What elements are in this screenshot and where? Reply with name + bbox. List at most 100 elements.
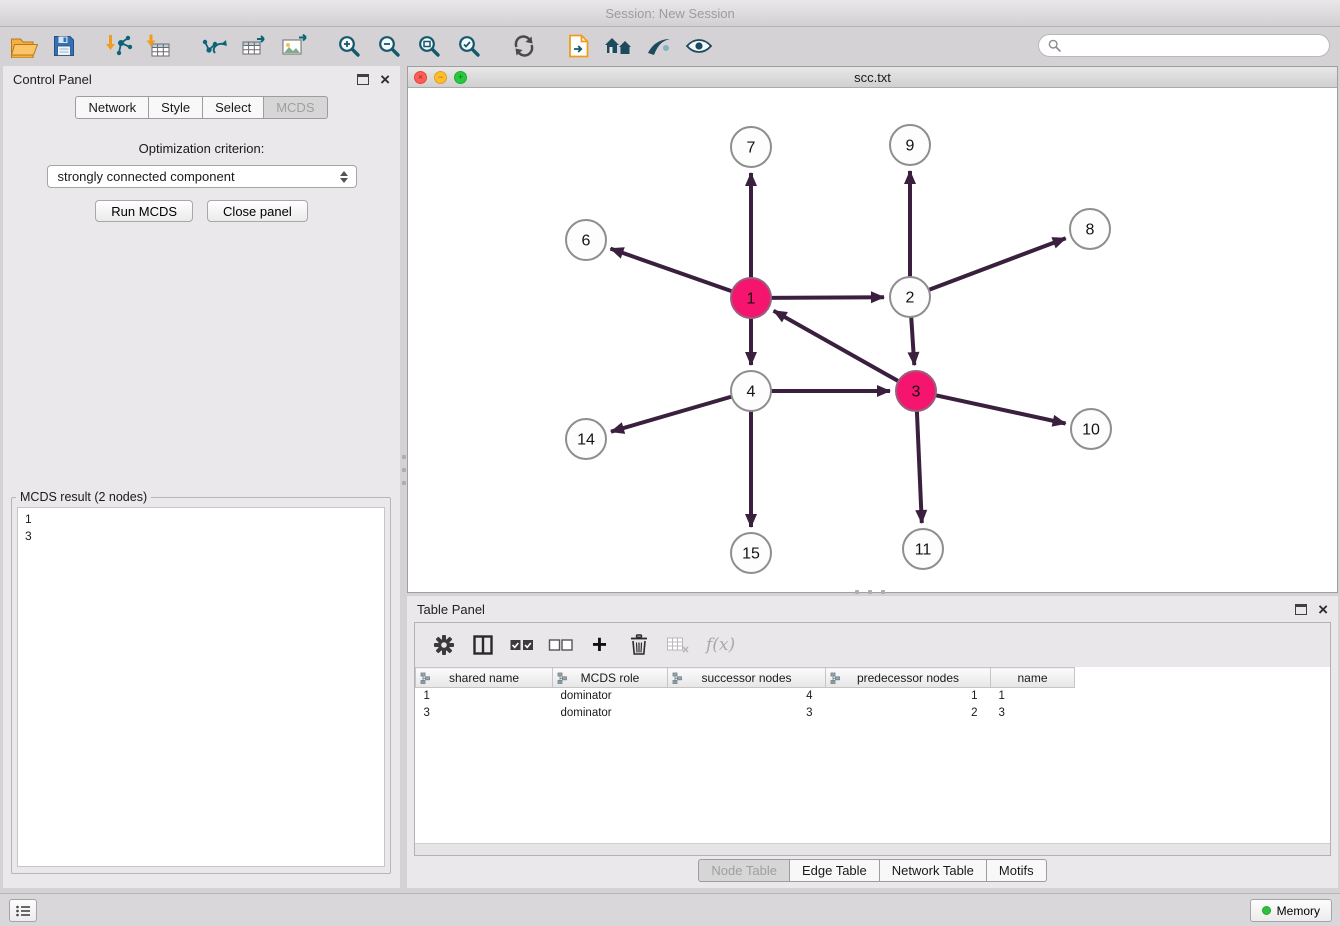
cell-predecessor-nodes[interactable]: 1 [826, 688, 991, 705]
import-table-button[interactable] [139, 29, 179, 63]
refresh-icon [512, 34, 536, 58]
export-network-button[interactable] [194, 29, 234, 63]
import-table-icon [146, 34, 172, 58]
node-label-7: 7 [747, 140, 756, 157]
column-header-successor-nodes[interactable]: successor nodes [668, 668, 826, 688]
import-network-button[interactable] [99, 29, 139, 63]
tab-network[interactable]: Network [75, 96, 149, 119]
select-all-columns-button[interactable] [503, 629, 540, 661]
horizontal-splitter[interactable] [855, 589, 885, 594]
node-table: shared name MCDS role successor nodes pr… [415, 667, 1330, 722]
memory-button[interactable]: Memory [1250, 899, 1332, 922]
create-column-button[interactable]: + [581, 629, 618, 661]
attribute-icon [420, 672, 431, 684]
mcds-result-legend: MCDS result (2 nodes) [16, 490, 151, 504]
export-table-button[interactable] [234, 29, 274, 63]
cell-name[interactable]: 1 [991, 688, 1075, 705]
edge-1-6[interactable] [611, 249, 735, 292]
table-row[interactable]: 1 dominator 4 1 1 [416, 688, 1331, 705]
float-table-panel-icon[interactable] [1295, 604, 1307, 615]
vertical-splitter[interactable] [401, 455, 406, 485]
float-panel-icon[interactable] [357, 74, 369, 85]
table-row[interactable]: 3 dominator 3 2 3 [416, 705, 1331, 722]
status-bar: Memory [0, 893, 1340, 926]
network-window-titlebar[interactable]: × − + scc.txt [408, 67, 1337, 88]
apply-style-icon [568, 34, 590, 58]
search-input[interactable] [1067, 38, 1320, 53]
cell-successor-nodes[interactable]: 4 [668, 688, 826, 705]
cell-mcds-role[interactable]: dominator [553, 688, 668, 705]
tab-edge-table[interactable]: Edge Table [790, 859, 880, 882]
zoom-in-button[interactable] [329, 29, 369, 63]
table-horizontal-scrollbar[interactable] [415, 843, 1330, 855]
dropdown-selected-value: strongly connected component [58, 169, 337, 184]
refresh-button[interactable] [504, 29, 544, 63]
node-label-10: 10 [1082, 422, 1100, 439]
edge-3-1[interactable] [774, 311, 901, 382]
zoom-out-button[interactable] [369, 29, 409, 63]
tab-network-table[interactable]: Network Table [880, 859, 987, 882]
column-header-predecessor-nodes[interactable]: predecessor nodes [826, 668, 991, 688]
edge-1-2[interactable] [769, 297, 884, 298]
tab-mcds[interactable]: MCDS [264, 96, 327, 119]
tab-style[interactable]: Style [149, 96, 203, 119]
table-panel-tabs: Node Table Edge Table Network Table Moti… [407, 859, 1338, 882]
cell-shared-name[interactable]: 1 [416, 688, 553, 705]
optimization-dropdown[interactable]: strongly connected component [47, 165, 357, 188]
zoom-in-icon [337, 34, 361, 58]
cell-successor-nodes[interactable]: 3 [668, 705, 826, 722]
mcds-result-line: 3 [25, 528, 377, 545]
column-header-mcds-role[interactable]: MCDS role [553, 668, 668, 688]
edge-2-8[interactable] [927, 238, 1066, 290]
unselect-all-columns-button[interactable] [542, 629, 579, 661]
toggle-visibility-button[interactable] [679, 29, 719, 63]
edge-3-10[interactable] [934, 395, 1066, 424]
zoom-fit-button[interactable] [409, 29, 449, 63]
table-panel-header: Table Panel × [407, 596, 1338, 622]
network-canvas[interactable]: 7968124314101511 [408, 88, 1337, 592]
show-column-button[interactable] [464, 629, 501, 661]
cell-shared-name[interactable]: 3 [416, 705, 553, 722]
export-image-button[interactable] [274, 29, 314, 63]
table-panel-title: Table Panel [417, 602, 485, 617]
style-brush-button[interactable] [639, 29, 679, 63]
attribute-icon [830, 672, 841, 684]
panel-toggle-button[interactable] [9, 899, 37, 922]
edge-2-3[interactable] [911, 315, 914, 365]
node-label-6: 6 [582, 233, 591, 250]
tab-select[interactable]: Select [203, 96, 264, 119]
table-header-row: shared name MCDS role successor nodes pr… [416, 668, 1331, 688]
delete-column-button[interactable] [620, 629, 657, 661]
save-session-button[interactable] [44, 29, 84, 63]
close-panel-button[interactable]: Close panel [207, 200, 308, 222]
mcds-result-list[interactable]: 1 3 [17, 507, 385, 867]
mcds-result-box: MCDS result (2 nodes) 1 3 [11, 490, 391, 874]
run-mcds-button[interactable]: Run MCDS [95, 200, 193, 222]
maximize-window-icon[interactable]: + [454, 71, 467, 84]
table-settings-button[interactable] [425, 629, 462, 661]
mcds-buttons-row: Run MCDS Close panel [3, 200, 400, 222]
column-header-name[interactable]: name [991, 668, 1075, 688]
open-session-button[interactable] [4, 29, 44, 63]
apply-style-button[interactable] [559, 29, 599, 63]
cell-predecessor-nodes[interactable]: 2 [826, 705, 991, 722]
close-table-panel-icon[interactable]: × [1318, 601, 1328, 618]
clear-table-button [659, 629, 696, 661]
close-panel-icon[interactable]: × [380, 71, 390, 88]
save-icon [53, 35, 75, 57]
edge-3-11[interactable] [917, 409, 922, 523]
zoom-selected-button[interactable] [449, 29, 489, 63]
cell-mcds-role[interactable]: dominator [553, 705, 668, 722]
home-button[interactable] [599, 29, 639, 63]
cell-name[interactable]: 3 [991, 705, 1075, 722]
tab-node-table[interactable]: Node Table [698, 859, 790, 882]
node-label-8: 8 [1086, 222, 1095, 239]
column-header-shared-name[interactable]: shared name [416, 668, 553, 688]
search-box[interactable] [1038, 34, 1330, 57]
close-window-icon[interactable]: × [414, 71, 427, 84]
tab-motifs[interactable]: Motifs [987, 859, 1047, 882]
column-header-filler [1075, 668, 1331, 688]
mcds-result-line: 1 [25, 511, 377, 528]
minimize-window-icon[interactable]: − [434, 71, 447, 84]
edge-4-14[interactable] [611, 396, 734, 432]
